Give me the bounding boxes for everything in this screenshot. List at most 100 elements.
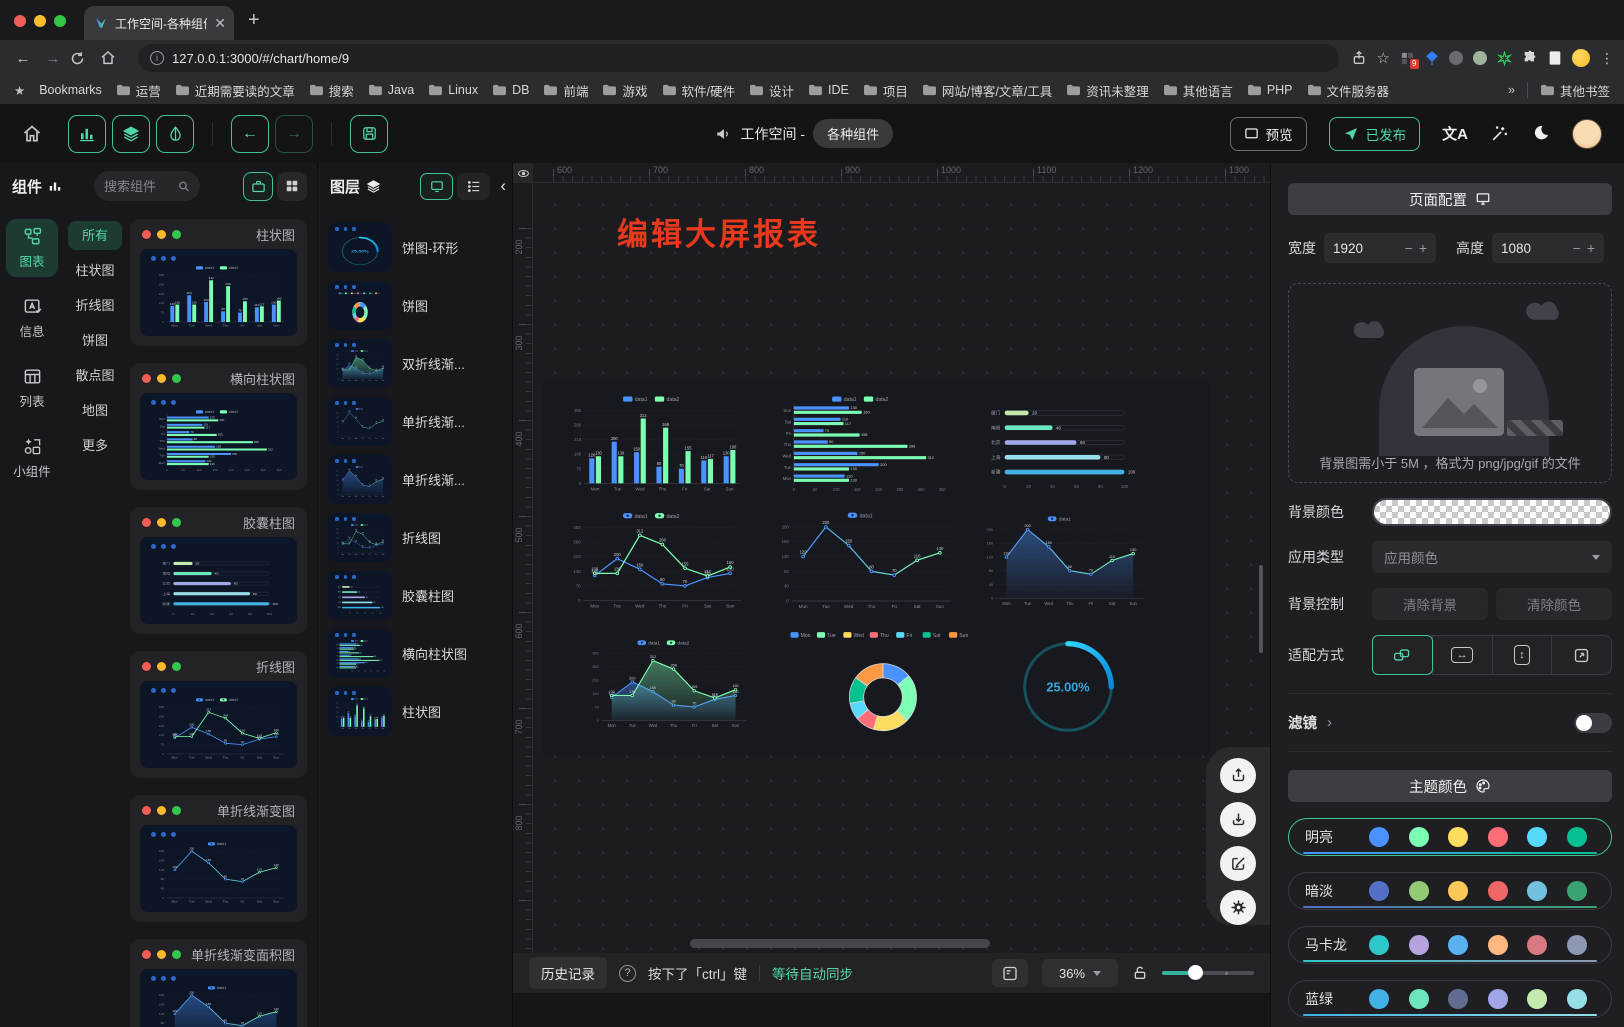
bg-color-swatch[interactable] — [1372, 498, 1612, 526]
bookmark-item[interactable]: IDE — [808, 81, 849, 100]
minimize-window-button[interactable] — [34, 15, 46, 27]
details-toggle-button[interactable] — [156, 115, 194, 153]
bookmark-item[interactable]: 其他语言 — [1163, 81, 1233, 100]
layer-item-胶囊柱图[interactable]: 厦门20南阳40北京60上海80新疆100020406080100胶囊柱图 — [328, 571, 502, 620]
edit-button[interactable] — [1220, 846, 1256, 881]
language-icon[interactable]: 文A — [1442, 123, 1468, 144]
category-所有[interactable]: 所有 — [68, 221, 122, 250]
reading-list-icon[interactable] — [1548, 50, 1562, 66]
browser-tab[interactable]: 工作空间-各种组件 ✕ — [84, 6, 234, 40]
redo-button[interactable]: → — [275, 115, 313, 153]
search-input[interactable] — [104, 179, 174, 194]
layer-item-折线图[interactable]: data1data2070140210280350MonTueWedThuFri… — [328, 513, 502, 562]
category-柱状图[interactable]: 柱状图 — [68, 256, 122, 285]
layer-item-饼图[interactable]: MonTueWedThuFriSatSun饼图 — [328, 281, 502, 330]
grid-view-toggle[interactable] — [277, 172, 307, 201]
canvas-chart-柱状图[interactable]: data1data2070140210280350MonTueWedThuFri… — [559, 390, 747, 502]
component-card-单折线渐变图[interactable]: 单折线渐变图data104080120160200MonTueWedThuFri… — [130, 795, 307, 922]
fit-scale-button[interactable] — [1372, 635, 1433, 675]
sidebar-item-列表[interactable]: 列表 — [6, 359, 58, 417]
bookmark-star-icon[interactable]: ☆ — [1377, 49, 1390, 67]
share-icon[interactable] — [1351, 50, 1367, 66]
history-button[interactable]: 历史记录 — [529, 957, 607, 989]
forward-icon[interactable]: → — [40, 50, 66, 67]
export-button[interactable] — [1220, 758, 1256, 793]
minus-icon[interactable]: − — [1405, 240, 1413, 256]
save-button[interactable] — [350, 115, 388, 153]
download-button[interactable] — [1220, 802, 1256, 837]
canvas-chart-双折线渐变[interactable]: data1data2070140210280350MonTueWedThuFri… — [579, 622, 751, 750]
panel-toggle-button[interactable] — [992, 959, 1028, 987]
page-config-header[interactable]: 页面配置 — [1288, 183, 1612, 215]
sidebar-item-图表[interactable]: 图表 — [6, 219, 58, 277]
canvas-chart-折线图[interactable]: data1data2070140210280350MonTueWedThuFri… — [559, 506, 747, 620]
canvas-chart-胶囊柱图[interactable]: 厦门20南阳40北京60上海80新疆100020406080100 — [973, 392, 1149, 500]
collapse-panel-icon[interactable]: ‹ — [500, 176, 506, 196]
category-地图[interactable]: 地图 — [68, 396, 122, 425]
canvas-text-banner[interactable]: 编辑大屏报表 — [617, 209, 821, 254]
height-input[interactable]: 1080−+ — [1492, 233, 1604, 263]
bookmarks-star-icon[interactable]: ★ — [14, 83, 25, 98]
menu-dots-icon[interactable]: ⋮ — [1600, 50, 1614, 67]
close-window-button[interactable] — [14, 15, 26, 27]
category-更多[interactable]: 更多 — [68, 431, 122, 460]
theme-row-蓝绿[interactable]: 蓝绿 — [1288, 980, 1612, 1018]
background-upload-area[interactable]: 背景图需小于 5M ，格式为 png/jpg/gif 的文件 — [1288, 283, 1612, 483]
bookmark-item[interactable]: 文件服务器 — [1307, 81, 1390, 100]
maximize-window-button[interactable] — [54, 15, 66, 27]
canvas-chart-横向柱状图[interactable]: data1data2050100150200250300350Sun130160… — [767, 390, 957, 502]
canvas-chart-饼图-环形[interactable]: 25.00% — [995, 626, 1141, 744]
bookmark-item[interactable]: PHP — [1247, 81, 1293, 100]
component-card-柱状图[interactable]: 柱状图data1data2070140210280350MonTueWedThu… — [130, 219, 307, 346]
minus-icon[interactable]: − — [1573, 240, 1581, 256]
green-star-extension-icon[interactable] — [1497, 51, 1512, 66]
bookmark-item[interactable]: Java — [368, 81, 414, 100]
sidebar-item-小组件[interactable]: 小组件 — [6, 429, 58, 487]
component-card-横向柱状图[interactable]: 横向柱状图data1data2050100150200250300350Sun1… — [130, 363, 307, 490]
undo-button[interactable]: ← — [231, 115, 269, 153]
layer-item-饼图-环形[interactable]: 25.00%饼图-环形 — [328, 223, 502, 272]
fit-width-button[interactable]: ↔ — [1432, 635, 1493, 675]
help-icon[interactable]: ? — [619, 965, 636, 982]
back-icon[interactable]: ← — [10, 50, 36, 67]
bookmark-item[interactable]: 设计 — [749, 81, 794, 100]
bookmark-item[interactable]: 搜索 — [309, 81, 354, 100]
fit-height-button[interactable]: ↕ — [1492, 635, 1553, 675]
components-toggle-button[interactable] — [68, 115, 106, 153]
theme-row-暗淡[interactable]: 暗淡 — [1288, 872, 1612, 910]
canvas-horizontal-scrollbar[interactable] — [690, 939, 990, 948]
layer-item-双折线渐...[interactable]: data1data2070140210280350MonTueWedThuFri… — [328, 339, 502, 388]
workspace-name-pill[interactable]: 各种组件 — [813, 119, 893, 148]
zoom-select[interactable]: 36% — [1042, 959, 1118, 987]
category-饼图[interactable]: 饼图 — [68, 326, 122, 355]
zoom-slider[interactable] — [1162, 971, 1254, 975]
password-extension-icon[interactable]: 9 — [1400, 51, 1415, 66]
theme-row-明亮[interactable]: 明亮 — [1288, 818, 1612, 856]
home-icon[interactable] — [100, 50, 126, 66]
category-折线图[interactable]: 折线图 — [68, 291, 122, 320]
preview-button[interactable]: 预览 — [1230, 117, 1307, 151]
lock-icon[interactable] — [1132, 965, 1148, 981]
reload-icon[interactable] — [70, 51, 96, 66]
clear-background-button[interactable]: 清除背景 — [1372, 588, 1488, 620]
chevron-right-icon[interactable]: › — [1327, 714, 1332, 731]
tab-close-icon[interactable]: ✕ — [214, 15, 226, 32]
bookmark-item[interactable]: 项目 — [863, 81, 908, 100]
category-散点图[interactable]: 散点图 — [68, 361, 122, 390]
single-view-toggle[interactable] — [243, 172, 273, 201]
bookmark-item[interactable]: 前端 — [543, 81, 588, 100]
theme-color-header[interactable]: 主题颜色 — [1288, 770, 1612, 802]
layer-item-柱状图[interactable]: data1data2070140210280350MonTueWedThuFri… — [328, 687, 502, 736]
user-avatar[interactable] — [1572, 119, 1602, 149]
clear-color-button[interactable]: 清除颜色 — [1496, 588, 1612, 620]
bookmark-item[interactable]: 软件/硬件 — [662, 81, 735, 100]
other-bookmarks-folder[interactable]: 其他书签 — [1540, 81, 1610, 100]
settings-gear-icon[interactable] — [1220, 890, 1256, 925]
extension-icon[interactable] — [1449, 51, 1463, 65]
width-input[interactable]: 1920−+ — [1324, 233, 1436, 263]
slider-knob[interactable] — [1188, 965, 1203, 980]
layer-item-单折线渐...[interactable]: data104080120160200MonTueWedThuFriSatSun… — [328, 397, 502, 446]
canvas-chart-饼图[interactable]: MonTueWedThuFriSatSun — [759, 624, 1007, 746]
sidebar-item-信息[interactable]: 信息 — [6, 289, 58, 347]
bookmark-item[interactable]: 近期需要读的文章 — [175, 81, 295, 100]
